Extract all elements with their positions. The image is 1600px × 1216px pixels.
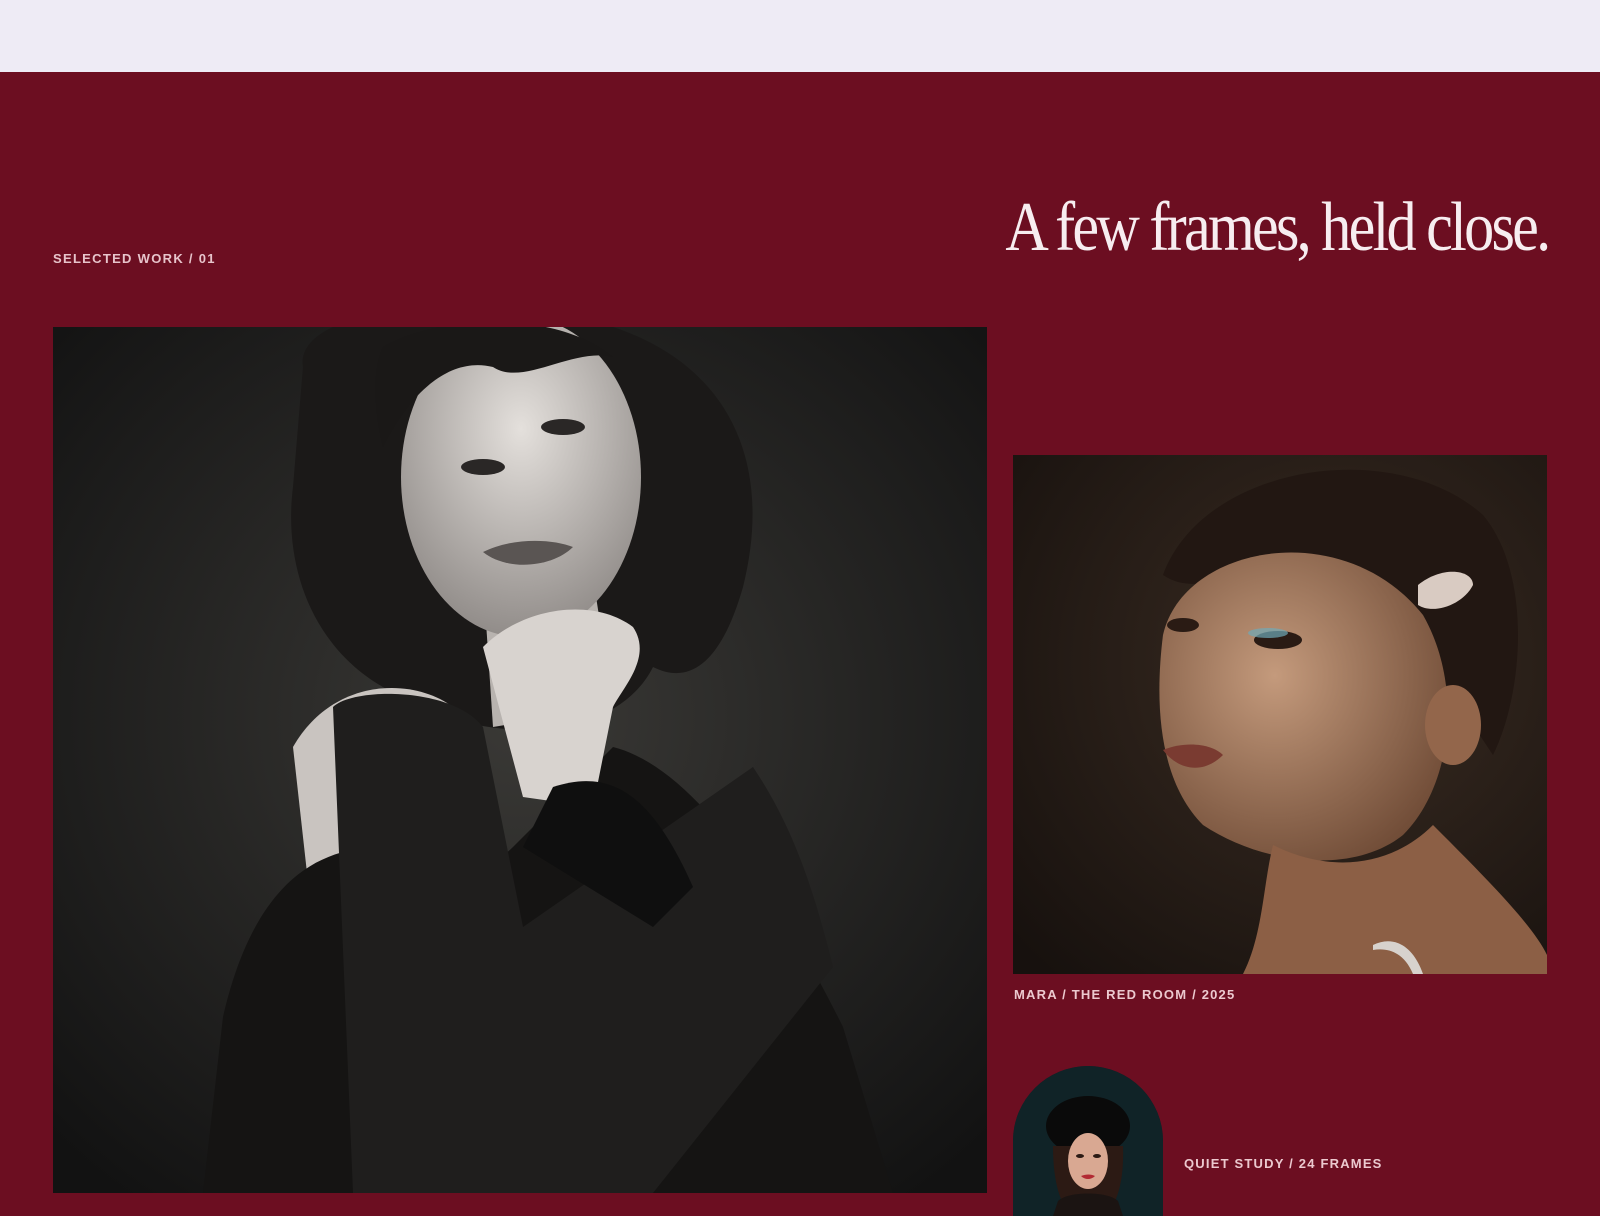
side-portrait-photo[interactable] — [1013, 455, 1547, 974]
top-navigation-bar — [0, 0, 1600, 72]
section-eyebrow: SELECTED WORK / 01 — [53, 251, 216, 266]
portrait-thumbnail-icon — [1013, 1066, 1163, 1216]
quiet-study-caption: QUIET STUDY / 24 FRAMES — [1184, 1156, 1383, 1171]
main-portrait-photo[interactable] — [53, 327, 987, 1193]
portrait-photo-icon — [53, 327, 987, 1193]
section-headline: A few frames, held close. — [1004, 189, 1551, 266]
side-photo-caption: MARA / THE RED ROOM / 2025 — [1014, 987, 1236, 1002]
quiet-study-thumbnail[interactable] — [1013, 1066, 1163, 1216]
portrait-photo-icon — [1013, 455, 1547, 974]
